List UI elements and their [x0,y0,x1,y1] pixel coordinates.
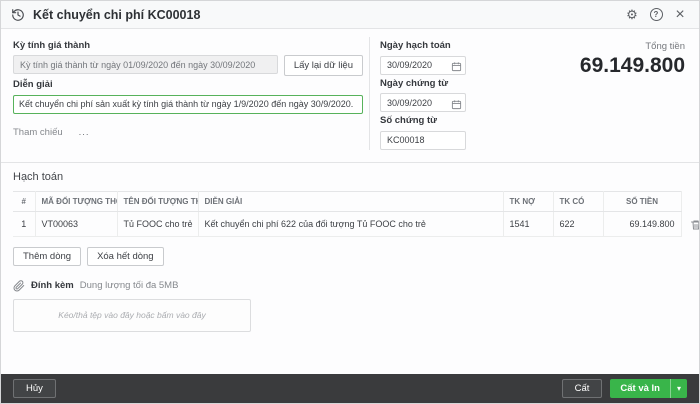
footer-bar: Hủy Cất Cất và In ▾ [1,374,699,403]
cell-index[interactable]: 1 [13,211,35,236]
help-icon[interactable]: ? [647,6,665,24]
total-label: Tổng tiền [466,41,685,52]
col-index: # [13,191,35,211]
col-amount: SỐ TIỀN [603,191,681,211]
header-form: Kỳ tính giá thành Lấy lại dữ liệu Diễn g… [1,29,699,162]
cell-amount[interactable]: 69.149.800 [603,211,681,236]
period-input [13,55,278,74]
col-code: MÃ ĐỐI TƯỢNG THCP [35,191,117,211]
calendar-icon[interactable] [451,59,462,77]
reload-data-button[interactable]: Lấy lại dữ liệu [284,55,363,76]
trash-icon [690,219,700,231]
delete-all-rows-button[interactable]: Xóa hết dòng [87,247,164,266]
accounting-section: Hạch toán # MÃ ĐỐI TƯỢNG THCP TÊN ĐỐI TƯ… [1,162,699,266]
period-label: Kỳ tính giá thành [13,40,363,51]
col-credit: TK CÓ [553,191,603,211]
accounting-table: # MÃ ĐỐI TƯỢNG THCP TÊN ĐỐI TƯỢNG THCP D… [13,191,682,237]
col-debit: TK NỢ [503,191,553,211]
attachment-hint: Dung lượng tối đa 5MB [80,280,179,291]
add-row-button[interactable]: Thêm dòng [13,247,81,266]
cell-credit[interactable]: 622 [553,211,603,236]
delete-row-button[interactable] [690,219,700,234]
paperclip-icon [13,280,25,292]
col-name: TÊN ĐỐI TƯỢNG THCP [117,191,198,211]
chevron-down-icon[interactable]: ▾ [670,379,687,398]
posting-date-label: Ngày hạch toán [380,40,466,51]
cancel-button[interactable]: Hủy [13,379,56,398]
attachment-section: Đính kèm Dung lượng tối đa 5MB Kéo/thả t… [1,266,699,332]
cell-code[interactable]: VT00063 [35,211,117,236]
attachment-dropzone[interactable]: Kéo/thả tệp vào đây hoặc bấm vào đây [13,299,251,332]
calendar-icon[interactable] [451,97,462,115]
document-no-input[interactable] [380,131,466,150]
cell-name[interactable]: Tủ FOOC cho trẻ [117,211,198,236]
save-button[interactable]: Cất [562,379,603,398]
table-row[interactable]: 1 VT00063 Tủ FOOC cho trẻ Kết chuyển chi… [13,211,681,236]
document-date-label: Ngày chứng từ [380,78,466,89]
reference-label: Tham chiếu [13,127,63,138]
cell-debit[interactable]: 1541 [503,211,553,236]
attachment-label: Đính kèm [31,280,74,291]
col-description: DIỄN GIẢI [198,191,503,211]
cell-description[interactable]: Kết chuyển chi phí 622 của đối tượng Tủ … [198,211,503,236]
close-icon[interactable]: × [671,6,689,24]
description-input[interactable] [13,95,363,114]
history-icon [11,8,25,22]
table-header-row: # MÃ ĐỐI TƯỢNG THCP TÊN ĐỐI TƯỢNG THCP D… [13,191,681,211]
description-label: Diễn giải [13,79,363,90]
titlebar: Kết chuyển chi phí KC00018 ⚙ ? × [1,1,699,29]
accounting-title: Hạch toán [13,171,687,183]
reference-more-button[interactable]: ... [79,127,90,138]
save-and-print-button[interactable]: Cất và In ▾ [610,379,687,398]
page-title: Kết chuyển chi phí KC00018 [33,8,200,22]
document-no-label: Số chứng từ [380,115,466,126]
gear-icon[interactable]: ⚙ [623,6,641,24]
total-amount: 69.149.800 [466,54,685,78]
dialog-ket-chuyen-chi-phi: Kết chuyển chi phí KC00018 ⚙ ? × Kỳ tính… [0,0,700,404]
